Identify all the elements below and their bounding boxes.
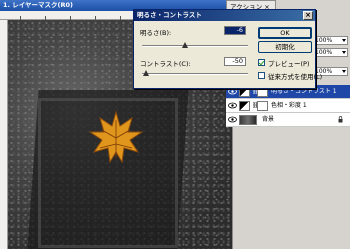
- background-thumbnail: [239, 115, 257, 125]
- dialog-titlebar[interactable]: 明るさ・コントラスト ×: [134, 10, 315, 21]
- link-icon[interactable]: ⛓: [252, 102, 260, 110]
- legacy-label[interactable]: 従来方式を使用(L): [268, 71, 322, 81]
- brightness-contrast-dialog: 明るさ・コントラスト × 明るさ(B): -6 コントラスト(C): -50 O…: [133, 9, 322, 89]
- fill-dropdown[interactable]: 100%: [312, 48, 348, 57]
- brightness-slider-track[interactable]: [142, 45, 248, 47]
- dialog-title: 明るさ・コントラスト: [137, 11, 202, 19]
- eye-icon[interactable]: [228, 116, 237, 123]
- close-button[interactable]: ×: [303, 11, 313, 20]
- layer-row-hue-saturation[interactable]: ⛓ 色相・彩度 1: [226, 99, 350, 113]
- preview-label[interactable]: プレビュー(P): [268, 58, 310, 68]
- reset-button[interactable]: 初期化: [258, 41, 312, 53]
- lock-icon: [338, 116, 343, 123]
- brightness-slider-thumb[interactable]: [182, 42, 188, 48]
- contrast-input[interactable]: -50: [224, 57, 246, 66]
- preview-checkbox[interactable]: [258, 59, 265, 66]
- eye-icon[interactable]: [228, 102, 237, 109]
- legacy-checkbox[interactable]: [258, 72, 265, 79]
- brightness-input[interactable]: -6: [224, 26, 246, 35]
- chevron-down-icon: [342, 39, 346, 42]
- fill-value: 100%: [315, 49, 333, 56]
- layer-row-background[interactable]: 背景: [226, 113, 350, 127]
- layer-mask-thumbnail[interactable]: [257, 101, 268, 111]
- opacity-value: 100%: [315, 37, 333, 44]
- maple-leaf-image: [88, 110, 144, 164]
- vertical-ruler: [0, 20, 8, 249]
- contrast-slider-thumb[interactable]: [143, 70, 149, 76]
- adjustment-thumbnail: [239, 101, 250, 111]
- link-icon[interactable]: ⛓: [252, 88, 260, 96]
- contrast-slider-track[interactable]: [142, 73, 248, 75]
- ok-button[interactable]: OK: [258, 27, 312, 39]
- opacity-dropdown[interactable]: 100%: [312, 36, 348, 45]
- layer-name: 色相・彩度 1: [271, 102, 307, 109]
- brightness-label: 明るさ(B):: [140, 29, 172, 37]
- layer-name: 背景: [262, 116, 275, 123]
- contrast-label: コントラスト(C):: [140, 60, 191, 68]
- eye-icon[interactable]: [228, 88, 237, 95]
- chevron-down-icon: [342, 51, 346, 54]
- chevron-down-icon: [342, 70, 346, 73]
